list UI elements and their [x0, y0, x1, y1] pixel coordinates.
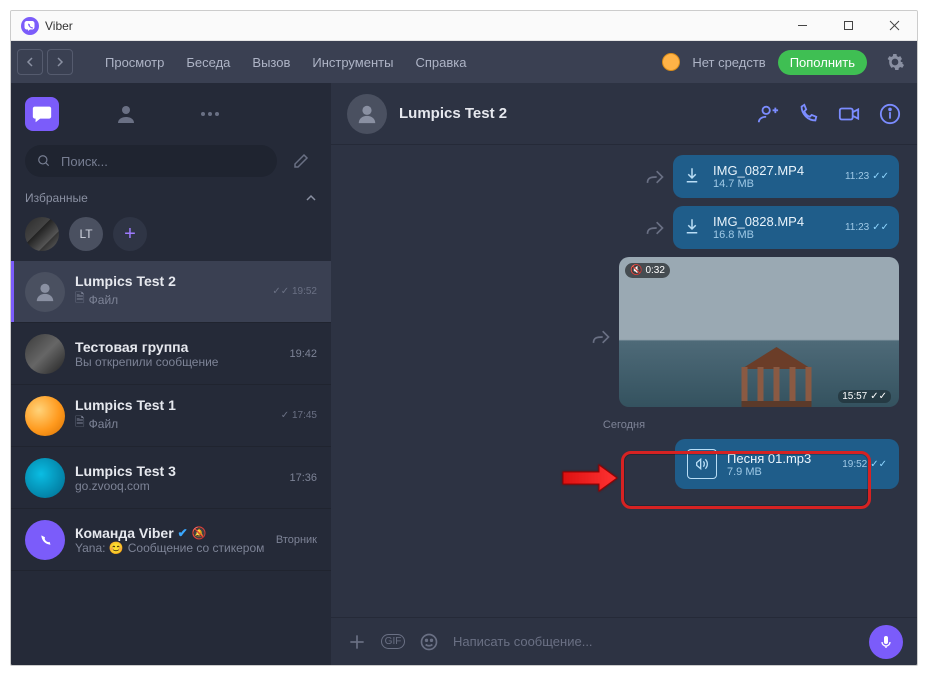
- forward-icon[interactable]: [645, 167, 665, 187]
- file-size: 16.8 MB: [713, 229, 837, 241]
- sticker-icon[interactable]: [417, 632, 441, 652]
- topup-button[interactable]: Пополнить: [778, 50, 867, 75]
- favorites-row: LT +: [11, 211, 331, 261]
- favorites-label: Избранные: [25, 191, 88, 205]
- gif-icon[interactable]: GIF: [381, 634, 405, 649]
- arrow-annotation: [561, 463, 619, 493]
- file-name: IMG_0827.MP4: [713, 163, 837, 178]
- ticks-icon: ✓ 17:45: [281, 410, 317, 421]
- search-icon: [37, 154, 51, 168]
- window-buttons: [779, 11, 917, 41]
- favorites-header[interactable]: Избранные: [11, 185, 331, 211]
- muted-icon: 🔕: [192, 526, 207, 540]
- chat-header-avatar[interactable]: [347, 94, 387, 134]
- audio-call-icon[interactable]: [797, 103, 819, 125]
- chat-list: Lumpics Test 2 🗎Файл ✓✓ 19:52 Тестовая г…: [11, 261, 331, 665]
- sidebar: Поиск... Избранные LT + Lumpics Test 2 🗎…: [11, 83, 331, 665]
- audio-file-name: Песня 01.mp3: [727, 451, 832, 466]
- messages-area[interactable]: IMG_0827.MP4 14.7 MB 11:23✓✓ IMG_0828.MP…: [331, 145, 917, 617]
- avatar: [25, 272, 65, 312]
- settings-gear-icon[interactable]: [879, 52, 911, 72]
- video-call-icon[interactable]: [837, 103, 861, 125]
- download-icon[interactable]: [683, 217, 705, 239]
- titlebar: Viber: [11, 11, 917, 41]
- download-icon[interactable]: [683, 166, 705, 188]
- info-icon[interactable]: [879, 103, 901, 125]
- menu-view[interactable]: Просмотр: [105, 55, 164, 70]
- viber-app-icon: [21, 17, 39, 35]
- avatar: [25, 458, 65, 498]
- avatar: [25, 520, 65, 560]
- chevron-up-icon: [305, 192, 317, 204]
- video-message[interactable]: 🔇0:32 15:57✓✓: [619, 257, 899, 407]
- search-input[interactable]: Поиск...: [25, 145, 277, 177]
- forward-icon[interactable]: [645, 218, 665, 238]
- avatar: [25, 396, 65, 436]
- file-icon: 🗎: [75, 413, 85, 434]
- audio-file-icon: [687, 449, 717, 479]
- composer: GIF Написать сообщение...: [331, 617, 917, 665]
- mute-icon: 🔇: [630, 265, 642, 276]
- ticks-icon: ✓✓ 19:52: [272, 286, 317, 297]
- chat-title: Тестовая группа: [75, 339, 279, 355]
- ticks-icon: ✓✓: [872, 222, 889, 233]
- voice-message-button[interactable]: [869, 625, 903, 659]
- avatar: [25, 334, 65, 374]
- verified-icon: ✔: [178, 526, 188, 540]
- chat-item-test-group[interactable]: Тестовая группа Вы открепили сообщение 1…: [11, 323, 331, 385]
- menubar: Просмотр Беседа Вызов Инструменты Справк…: [11, 41, 917, 83]
- compose-button[interactable]: [285, 145, 317, 177]
- menu-help[interactable]: Справка: [415, 55, 466, 70]
- audio-message[interactable]: Песня 01.mp3 7.9 MB 19:52✓✓: [675, 439, 899, 489]
- chat-item-viber-team[interactable]: Команда Viber ✔ 🔕 Yana: 😊 Сообщение со с…: [11, 509, 331, 571]
- nav-forward-button[interactable]: [47, 49, 73, 75]
- balance-icon: [662, 53, 680, 71]
- file-name: IMG_0828.MP4: [713, 214, 837, 229]
- chat-title: Lumpics Test 3: [75, 463, 279, 479]
- audio-file-size: 7.9 MB: [727, 466, 832, 478]
- sidebar-tab-contacts[interactable]: [109, 97, 143, 131]
- file-size: 14.7 MB: [713, 178, 837, 190]
- ticks-icon: ✓✓: [870, 391, 887, 402]
- chat-main: Lumpics Test 2 IMG_0827.MP4: [331, 83, 917, 665]
- day-separator: Сегодня: [331, 419, 917, 431]
- chat-item-lumpics-test-3[interactable]: Lumpics Test 3 go.zvooq.com 17:36: [11, 447, 331, 509]
- close-button[interactable]: [871, 11, 917, 41]
- app-title: Viber: [45, 19, 73, 33]
- ticks-icon: ✓✓: [870, 459, 887, 470]
- ticks-icon: ✓✓: [872, 171, 889, 182]
- favorite-avatar-2[interactable]: LT: [69, 217, 103, 251]
- chat-title: Lumpics Test 2: [75, 273, 262, 289]
- add-favorite-button[interactable]: +: [113, 217, 147, 251]
- favorite-avatar-1[interactable]: [25, 217, 59, 251]
- chat-header: Lumpics Test 2: [331, 83, 917, 145]
- attach-plus-icon[interactable]: [345, 632, 369, 652]
- maximize-button[interactable]: [825, 11, 871, 41]
- nav-back-button[interactable]: [17, 49, 43, 75]
- message-input[interactable]: Написать сообщение...: [453, 634, 857, 649]
- chat-item-lumpics-test-2[interactable]: Lumpics Test 2 🗎Файл ✓✓ 19:52: [11, 261, 331, 323]
- chat-header-name: Lumpics Test 2: [399, 105, 507, 122]
- sidebar-tab-chats[interactable]: [25, 97, 59, 131]
- file-icon: 🗎: [75, 289, 85, 310]
- menu-chat[interactable]: Беседа: [186, 55, 230, 70]
- chat-title: Lumpics Test 1: [75, 397, 271, 413]
- sidebar-tab-more[interactable]: [193, 97, 227, 131]
- menu-call[interactable]: Вызов: [252, 55, 290, 70]
- minimize-button[interactable]: [779, 11, 825, 41]
- chat-item-lumpics-test-1[interactable]: Lumpics Test 1 🗎Файл ✓ 17:45: [11, 385, 331, 447]
- balance-text: Нет средств: [692, 55, 765, 70]
- forward-icon[interactable]: [591, 327, 611, 347]
- chat-title: Команда Viber: [75, 525, 174, 541]
- file-message-2[interactable]: IMG_0828.MP4 16.8 MB 11:23✓✓: [673, 206, 899, 249]
- search-placeholder: Поиск...: [61, 154, 108, 169]
- add-participant-icon[interactable]: [757, 103, 779, 125]
- menu-tools[interactable]: Инструменты: [312, 55, 393, 70]
- file-message-1[interactable]: IMG_0827.MP4 14.7 MB 11:23✓✓: [673, 155, 899, 198]
